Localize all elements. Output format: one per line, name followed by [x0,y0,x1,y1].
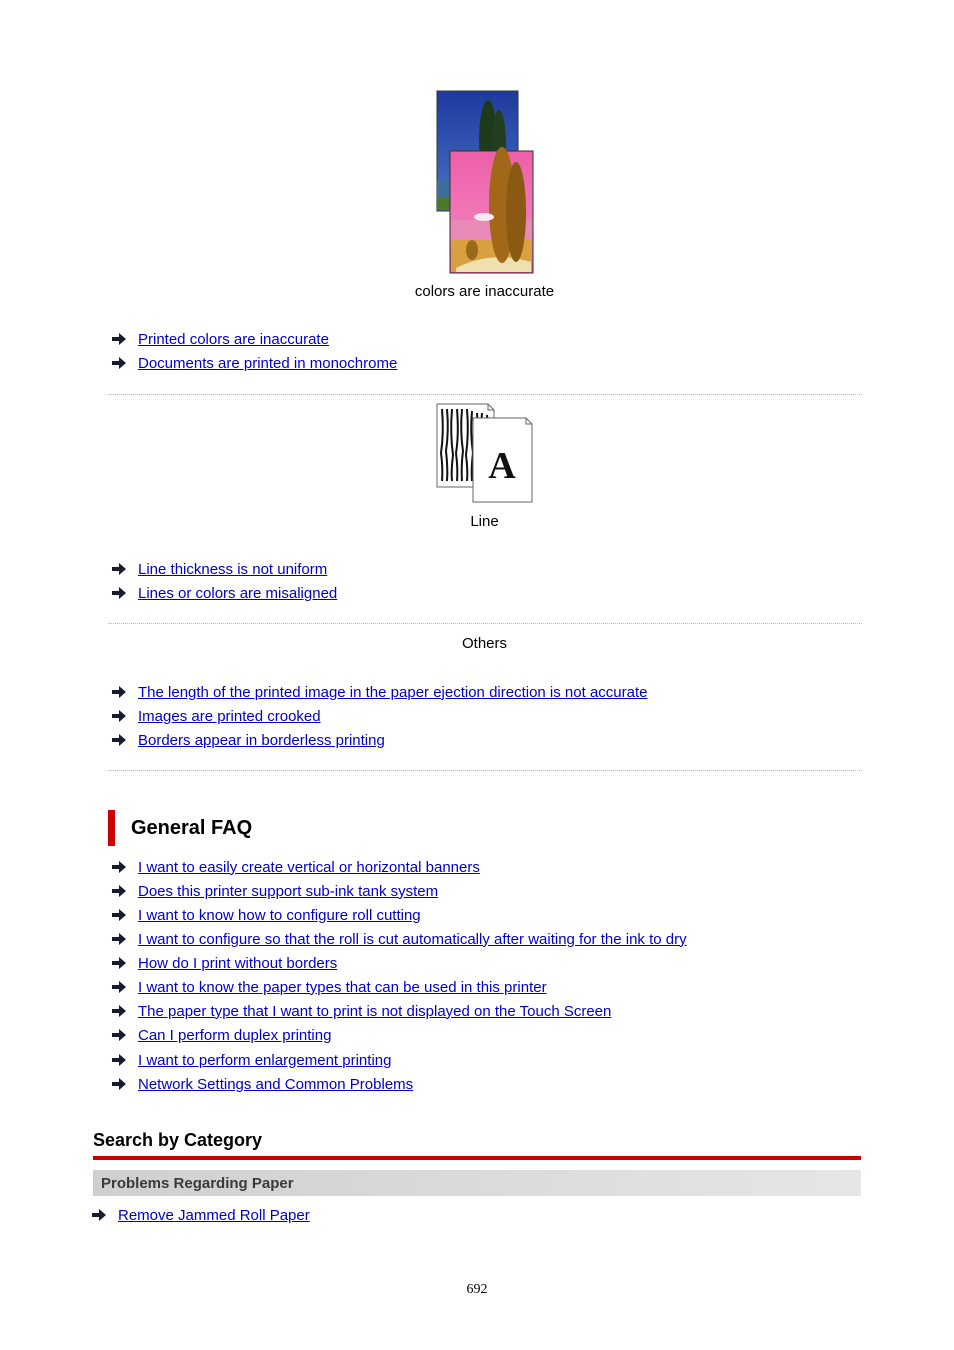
faq-link-auto-cut-dry[interactable]: I want to configure so that the roll is … [138,931,687,948]
arrow-right-icon [112,1078,126,1090]
arrow-right-icon [112,333,126,345]
general-faq-title: General FAQ [131,816,253,839]
arrow-right-icon [112,357,126,369]
list-item[interactable]: The paper type that I want to print is n… [112,1000,611,1022]
line-caption: Line [470,513,499,530]
faq-link-enlargement[interactable]: I want to perform enlargement printing [138,1052,391,1069]
list-item[interactable]: Documents are printed in monochrome [112,352,397,374]
faq-link-sub-ink-tank[interactable]: Does this printer support sub-ink tank s… [138,883,438,900]
arrow-right-icon [112,1054,126,1066]
arrow-right-icon [112,710,126,722]
category-header: Problems Regarding Paper [93,1170,861,1196]
colors-caption: colors are inaccurate [414,283,555,300]
arrow-right-icon [112,686,126,698]
faq-link-banners[interactable]: I want to easily create vertical or hori… [138,859,480,876]
list-item[interactable]: Remove Jammed Roll Paper [92,1204,310,1226]
color-comparison-photo-icon [436,90,534,274]
faq-link-network[interactable]: Network Settings and Common Problems [138,1076,413,1093]
search-by-category-title: Search by Category [93,1130,263,1150]
svg-text:A: A [488,445,516,487]
list-item[interactable]: Borders appear in borderless printing [112,729,385,751]
page-number: 692 [466,1282,488,1297]
link-image-length-inaccurate[interactable]: The length of the printed image in the p… [138,684,647,701]
list-item[interactable]: I want to know how to configure roll cut… [112,904,421,926]
faq-link-paper-types[interactable]: I want to know the paper types that can … [138,979,547,996]
list-item[interactable]: How do I print without borders [112,952,337,974]
arrow-right-icon [112,861,126,873]
link-borders-borderless[interactable]: Borders appear in borderless printing [138,732,385,749]
general-faq-heading: General FAQ [108,810,252,846]
faq-link-duplex[interactable]: Can I perform duplex printing [138,1027,331,1044]
section-divider [108,770,862,771]
arrow-right-icon [92,1209,106,1221]
section-divider [108,623,862,624]
link-documents-monochrome[interactable]: Documents are printed in monochrome [138,355,397,372]
arrow-right-icon [112,563,126,575]
arrow-right-icon [112,734,126,746]
list-item[interactable]: I want to perform enlargement printing [112,1049,391,1071]
list-item[interactable]: Printed colors are inaccurate [112,328,329,350]
link-lines-misaligned[interactable]: Lines or colors are misaligned [138,585,337,602]
heading-accent-bar [108,810,115,846]
arrow-right-icon [112,587,126,599]
others-caption: Others [461,635,507,652]
list-item[interactable]: I want to know the paper types that can … [112,976,547,998]
list-item[interactable]: Does this printer support sub-ink tank s… [112,880,438,902]
arrow-right-icon [112,885,126,897]
list-item[interactable]: I want to easily create vertical or hori… [112,856,480,878]
list-item[interactable]: Images are printed crooked [112,705,321,727]
heading-underline [93,1156,861,1160]
arrow-right-icon [112,957,126,969]
arrow-right-icon [112,909,126,921]
arrow-right-icon [112,981,126,993]
link-line-thickness[interactable]: Line thickness is not uniform [138,561,327,578]
list-item[interactable]: Lines or colors are misaligned [112,582,337,604]
link-printed-colors-inaccurate[interactable]: Printed colors are inaccurate [138,331,329,348]
list-item[interactable]: Can I perform duplex printing [112,1024,331,1046]
list-item[interactable]: I want to configure so that the roll is … [112,928,687,950]
arrow-right-icon [112,1029,126,1041]
faq-link-roll-cutting[interactable]: I want to know how to configure roll cut… [138,907,421,924]
category-title: Problems Regarding Paper [101,1174,294,1192]
link-remove-jammed-roll-paper[interactable]: Remove Jammed Roll Paper [118,1207,310,1224]
list-item[interactable]: Line thickness is not uniform [112,558,327,580]
list-item[interactable]: Network Settings and Common Problems [112,1073,413,1095]
list-item[interactable]: The length of the printed image in the p… [112,681,647,703]
section-divider [108,394,862,395]
link-images-crooked[interactable]: Images are printed crooked [138,708,321,725]
arrow-right-icon [112,1005,126,1017]
arrow-right-icon [112,933,126,945]
faq-link-touch-screen[interactable]: The paper type that I want to print is n… [138,1003,611,1020]
faq-link-borderless[interactable]: How do I print without borders [138,955,337,972]
line-misaligned-document-icon: A [436,403,534,503]
